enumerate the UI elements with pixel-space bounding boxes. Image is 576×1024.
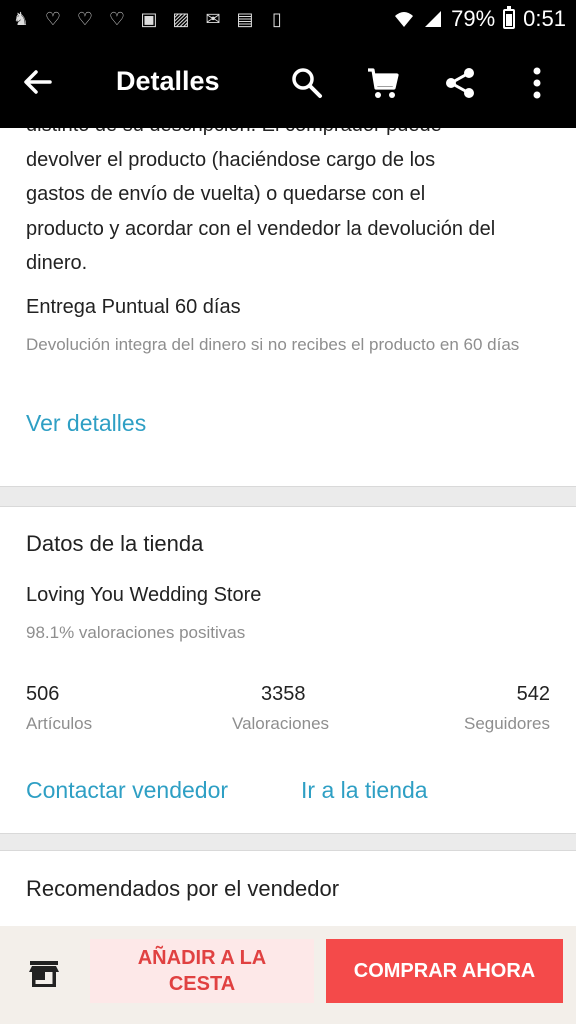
heart-notification-icon: ♡	[108, 8, 126, 29]
battery-percent: 79%	[451, 6, 496, 31]
back-arrow-icon[interactable]	[22, 66, 54, 98]
stat-ratings-label: Valoraciones	[232, 714, 330, 733]
share-icon[interactable]	[443, 66, 477, 100]
stat-ratings-value: 3358	[261, 683, 306, 705]
stat-followers-label: Seguidores	[463, 714, 550, 733]
store-stats: 506 Artículos 3358 Valoraciones 542 Segu…	[0, 683, 576, 743]
stat-followers-value: 542	[516, 683, 550, 705]
notification-icon: ♞	[12, 8, 30, 29]
add-to-cart-label: AÑADIR A LA CESTA	[137, 947, 267, 995]
store-section-title: Datos de la tienda	[26, 531, 204, 556]
recommended-title: Recomendados por el vendedor	[26, 876, 340, 901]
buy-now-button[interactable]: COMPRAR AHORA	[326, 939, 563, 1003]
delivery-card: distinto de su descripción. El comprador…	[0, 128, 576, 487]
recommended-card: Recomendados por el vendedor	[0, 850, 576, 926]
notification-icons: ♞ ♡ ♡ ♡ ▣ ▨ ✉ ▤ ▯	[10, 8, 288, 30]
download-notification-icon: ▯	[272, 8, 282, 29]
text-line: devolver el producto (haciéndose cargo d…	[26, 148, 436, 171]
heart-notification-icon: ♡	[44, 8, 62, 29]
store-name[interactable]: Loving You Wedding Store	[26, 584, 261, 607]
mail-notification-icon: ✉	[205, 8, 221, 29]
clock: 0:51	[523, 6, 566, 31]
text-line: gastos de envío de vuelta) o quedarse co…	[26, 183, 426, 205]
delivery-subtitle: Devolución integra del dinero si no reci…	[26, 335, 520, 354]
app-toolbar: Detalles	[0, 40, 576, 128]
store-card: Datos de la tienda Loving You Wedding St…	[0, 506, 576, 834]
stat-items-value: 506	[26, 683, 60, 705]
status-right: 79% 0:51	[393, 6, 566, 32]
stat-items-label: Artículos	[26, 714, 93, 733]
battery-icon	[503, 6, 516, 29]
text-line: dinero.	[26, 252, 88, 274]
page-title: Detalles	[116, 66, 220, 96]
add-to-cart-button[interactable]: AÑADIR A LA CESTA	[90, 939, 314, 1003]
signal-icon	[425, 11, 442, 27]
app-notification-icon: ▣	[140, 8, 158, 29]
store-rating: 98.1% valoraciones positivas	[26, 623, 246, 642]
wifi-icon	[395, 12, 414, 27]
contact-seller-link[interactable]: Contactar vendedor	[26, 777, 228, 804]
delivery-title: Entrega Puntual 60 días	[26, 296, 241, 318]
image-notification-icon: ▨	[172, 8, 190, 29]
view-details-link[interactable]: Ver detalles	[26, 410, 146, 437]
text-line: producto y acordar con el vendedor la de…	[26, 217, 496, 240]
camera-notification-icon: ▤	[236, 8, 254, 29]
search-icon[interactable]	[290, 66, 324, 100]
text-line: distinto de su descripción. El comprador…	[26, 128, 556, 143]
details-content[interactable]: distinto de su descripción. El comprador…	[0, 128, 576, 926]
heart-notification-icon: ♡	[76, 8, 94, 29]
return-policy-text: distinto de su descripción. El comprador…	[26, 128, 556, 281]
cart-icon[interactable]	[366, 66, 400, 100]
more-vert-icon[interactable]	[520, 66, 554, 100]
store-icon[interactable]	[26, 956, 62, 992]
visit-store-link[interactable]: Ir a la tienda	[301, 777, 428, 804]
status-bar: ♞ ♡ ♡ ♡ ▣ ▨ ✉ ▤ ▯ 79% 0:51	[0, 0, 576, 40]
